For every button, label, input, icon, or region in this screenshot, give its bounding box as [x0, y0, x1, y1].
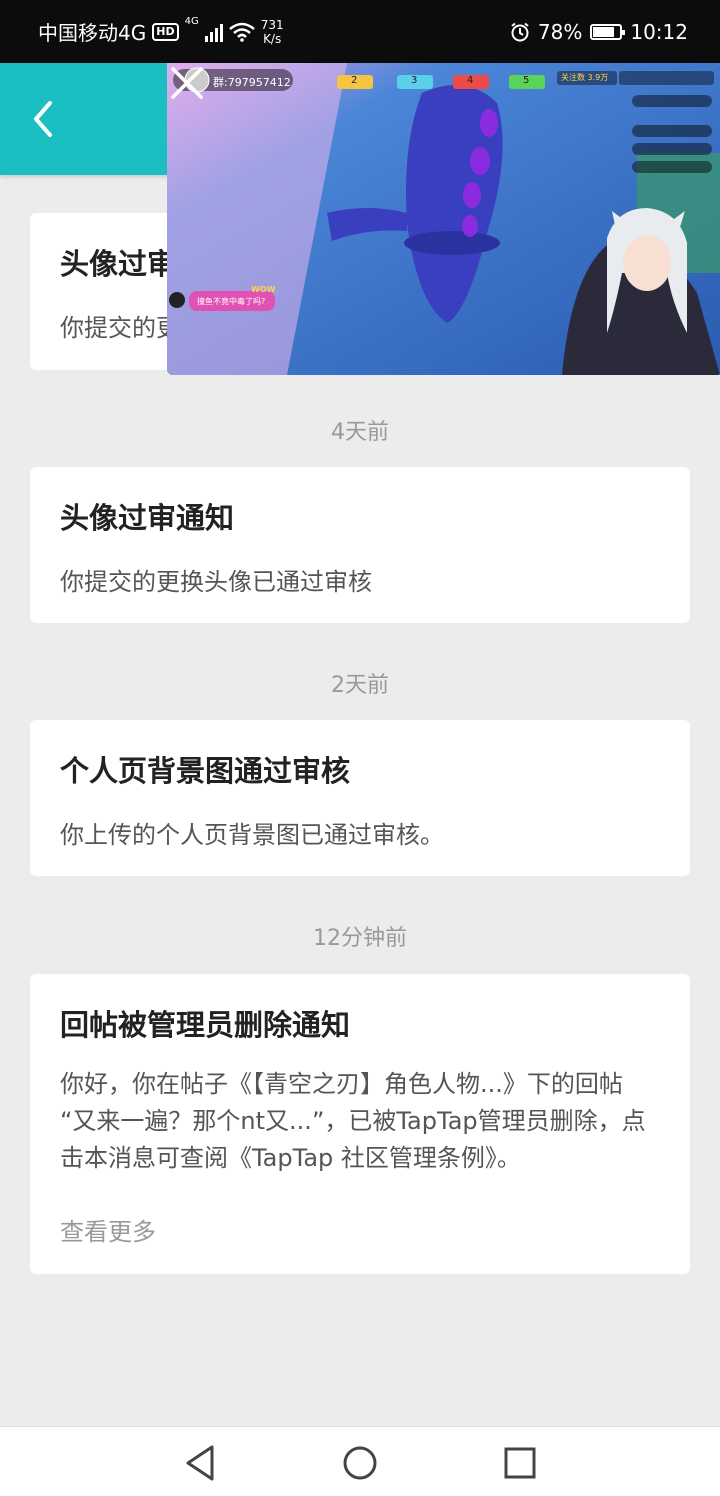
notification-title: 回帖被管理员删除通知	[60, 1008, 351, 1042]
status-left: 中国移动4G HD 4G 731 K/s	[38, 0, 284, 63]
notification-body: 你好，你在帖子《【青空之刃】角色人物...》下的回帖 “又来一遍？那个nt又..…	[60, 1070, 646, 1172]
triangle-back-icon[interactable]	[176, 1439, 224, 1487]
chat-bubble: 撞鱼不竟中毒了吗?	[197, 297, 266, 306]
floating-video-player[interactable]: 群:797957412 撞鱼不竟中毒了吗? WOW 2 3 4 5 关注数 3.…	[167, 63, 720, 375]
status-bar: 中国移动4G HD 4G 731 K/s 78% 10:12	[0, 0, 720, 63]
timestamp: 4天前	[331, 420, 389, 445]
chevron-left-icon[interactable]	[22, 97, 66, 141]
notification-card[interactable]: 回帖被管理员删除通知 你好，你在帖子《【青空之刃】角色人物...》下的回帖 “又…	[30, 974, 690, 1274]
circle-home-icon[interactable]	[336, 1439, 384, 1487]
follow-count: 关注数 3.9万	[561, 73, 609, 82]
notification-body: 你上传的个人页背景图已通过审核。	[60, 821, 444, 849]
speed-unit: K/s	[263, 31, 282, 46]
battery-fill	[593, 26, 614, 37]
carrier-label: 中国移动4G	[38, 21, 147, 45]
notification-card[interactable]: 个人页背景图通过审核 你上传的个人页背景图已通过审核。	[30, 720, 690, 876]
signal-icon	[204, 22, 223, 42]
wifi-icon	[228, 22, 255, 42]
notification-body: 你提交的更换头像已通过审核	[60, 568, 372, 596]
hd-badge: HD	[152, 22, 179, 41]
badge-4: 4	[467, 75, 474, 86]
wow-label: WOW	[251, 285, 276, 294]
video-frame	[167, 63, 720, 375]
clock: 10:12	[630, 19, 688, 44]
notification-title: 个人页背景图通过审核	[60, 754, 351, 788]
timestamp: 12分钟前	[313, 926, 407, 951]
badge-5: 5	[523, 75, 530, 86]
timestamp: 2天前	[331, 673, 389, 698]
badge-2: 2	[351, 75, 358, 86]
network-speed: 731 K/s	[261, 18, 284, 46]
alarm-icon	[511, 22, 529, 41]
group-label: 群:797957412	[213, 76, 291, 89]
battery-percent: 78%	[537, 19, 583, 44]
badge-3: 3	[411, 75, 418, 86]
battery-icon	[590, 23, 626, 40]
view-more-link[interactable]: 查看更多	[60, 1212, 156, 1247]
speed-value: 731	[260, 17, 284, 32]
network-type: 4G	[184, 16, 199, 27]
status-right: 78% 10:12	[510, 0, 688, 63]
system-nav-bar	[0, 1426, 720, 1496]
square-recents-icon[interactable]	[496, 1439, 544, 1487]
close-icon[interactable]	[167, 63, 207, 103]
notification-title: 头像过审通知	[60, 501, 235, 535]
notification-card[interactable]: 头像过审通知 你提交的更换头像已通过审核	[30, 467, 690, 623]
